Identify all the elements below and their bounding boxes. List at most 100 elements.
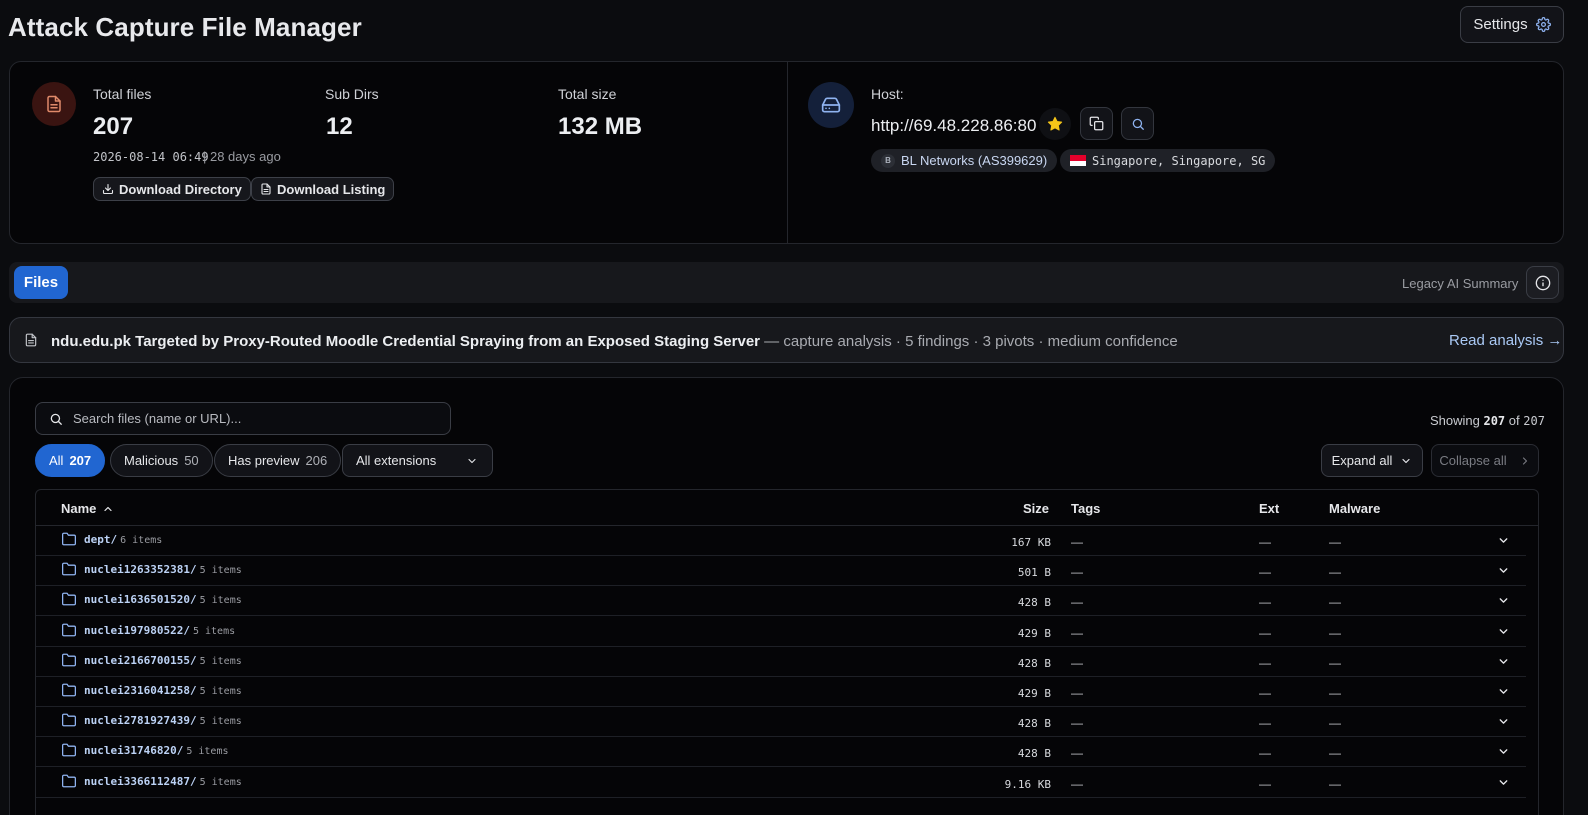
item-count: 5 items — [199, 716, 242, 728]
tags-cell: — — [1071, 746, 1083, 761]
size-column-header[interactable]: Size — [1023, 501, 1049, 516]
table-row[interactable]: nuclei2166700155/5 items 428 B — — — — [36, 647, 1526, 677]
download-directory-button[interactable]: Download Directory — [93, 177, 251, 201]
file-size: 429 B — [1017, 687, 1051, 700]
folder-name[interactable]: nuclei3366112487/5 items — [84, 775, 242, 788]
copy-url-button[interactable] — [1080, 107, 1113, 140]
chevron-down-icon[interactable] — [1497, 594, 1510, 607]
malware-cell: — — [1329, 746, 1341, 761]
chevron-down-icon[interactable] — [1497, 625, 1510, 638]
folder-name[interactable]: dept/6 items — [84, 533, 162, 546]
malware-cell: — — [1329, 565, 1341, 580]
file-size: 428 B — [1017, 717, 1051, 731]
folder-icon — [61, 623, 77, 637]
search-input[interactable] — [73, 411, 433, 426]
document-icon — [260, 183, 272, 195]
item-count: 5 items — [199, 655, 242, 667]
folder-icon — [61, 743, 77, 757]
tags-cell: — — [1071, 535, 1083, 549]
showing-total: 207 — [1523, 414, 1545, 428]
malware-cell: — — [1329, 776, 1341, 791]
malware-cell: — — [1329, 655, 1341, 670]
total-size-label: Total size — [558, 86, 617, 102]
filter-malicious-pill[interactable]: Malicious 50 — [110, 444, 213, 477]
analysis-meta: — capture analysis · 5 findings · 3 pivo… — [760, 333, 1178, 350]
filter-all-pill[interactable]: All 207 — [35, 444, 106, 477]
item-count: 5 items — [199, 565, 242, 577]
ext-cell: — — [1259, 565, 1271, 580]
info-button[interactable] — [1526, 266, 1559, 299]
tags-cell: — — [1071, 655, 1083, 670]
chevron-down-icon[interactable] — [1497, 715, 1510, 728]
table-row[interactable]: nuclei3366112487/5 items 9.16 KB — — — — [36, 768, 1526, 798]
chevron-down-icon[interactable] — [1497, 685, 1510, 698]
copy-icon — [1089, 116, 1104, 131]
legacy-ai-summary-link[interactable]: Legacy AI Summary — [1402, 276, 1518, 291]
folder-name[interactable]: nuclei31746820/5 items — [84, 744, 229, 757]
item-count: 5 items — [199, 686, 242, 697]
chevron-down-icon[interactable] — [1497, 745, 1510, 758]
malware-cell: — — [1329, 716, 1341, 731]
chevron-down-icon[interactable] — [1497, 776, 1510, 789]
collapse-all-button[interactable]: Collapse all — [1431, 444, 1539, 477]
folder-name[interactable]: nuclei1263352381/5 items — [84, 563, 242, 576]
ext-cell: — — [1259, 776, 1271, 791]
table-row[interactable]: nuclei1636501520/5 items 428 B — — — — [36, 586, 1526, 617]
chevron-down-icon — [1400, 455, 1412, 467]
extension-filter-label: All extensions — [356, 453, 437, 468]
expand-all-label: Expand all — [1331, 453, 1393, 468]
analysis-title: ndu.edu.pk Targeted by Proxy-Routed Mood… — [51, 333, 761, 350]
filter-malicious-label: Malicious — [124, 453, 179, 468]
name-column-header[interactable]: Name — [61, 501, 114, 516]
chevron-down-icon[interactable] — [1497, 534, 1510, 547]
download-directory-label: Download Directory — [119, 181, 242, 197]
settings-button[interactable]: Settings — [1460, 6, 1564, 43]
analysis-summary: ndu.edu.pk Targeted by Proxy-Routed Mood… — [51, 333, 1178, 350]
folder-icon — [61, 774, 77, 788]
folder-name[interactable]: nuclei1636501520/5 items — [84, 593, 242, 606]
location-label: Singapore, Singapore, SG — [1092, 153, 1266, 168]
expand-all-button[interactable]: Expand all — [1321, 444, 1423, 477]
tab-files[interactable]: Files — [14, 266, 68, 299]
folder-name[interactable]: nuclei197980522/5 items — [84, 624, 235, 637]
search-host-button[interactable] — [1121, 107, 1154, 140]
table-row[interactable]: nuclei31746820/5 items 428 B — — — — [36, 737, 1526, 768]
file-size: 9.16 KB — [1004, 777, 1051, 791]
favorite-button[interactable] — [1039, 108, 1071, 140]
analysis-banner[interactable]: ndu.edu.pk Targeted by Proxy-Routed Mood… — [9, 317, 1564, 363]
ext-cell: — — [1259, 595, 1271, 610]
capture-timestamp: 2026-08-14 06:49 — [93, 150, 209, 164]
ext-cell: — — [1259, 746, 1271, 761]
search-box[interactable] — [35, 402, 451, 435]
folder-name[interactable]: nuclei2166700155/5 items — [84, 654, 242, 667]
capture-summary-card: Total files 207 Sub Dirs 12 Total size 1… — [9, 61, 1564, 244]
showing-middle: of — [1505, 413, 1524, 428]
table-row[interactable]: nuclei197980522/5 items 429 B — — — — [36, 617, 1526, 647]
table-row[interactable]: nuclei2316041258/5 items 429 B — — — — [36, 677, 1526, 707]
table-row[interactable]: nuclei2781927439/5 items 428 B — — — — [36, 707, 1526, 738]
tags-cell: — — [1071, 776, 1083, 791]
download-listing-button[interactable]: Download Listing — [251, 177, 395, 201]
host-url: http://69.48.228.86:80 — [871, 116, 1037, 135]
chevron-down-icon — [466, 455, 478, 467]
stats-divider — [787, 62, 788, 243]
search-icon — [49, 412, 63, 426]
tags-cell: — — [1071, 595, 1083, 610]
search-icon — [1131, 117, 1145, 131]
tab-bar: Files Legacy AI Summary — [9, 262, 1564, 303]
ext-cell: — — [1259, 535, 1271, 549]
filter-preview-pill[interactable]: Has preview 206 — [214, 444, 342, 477]
folder-name[interactable]: nuclei2316041258/5 items — [84, 684, 242, 697]
collapse-all-label: Collapse all — [1439, 453, 1507, 468]
chevron-down-icon[interactable] — [1497, 564, 1510, 577]
ext-cell: — — [1259, 625, 1271, 640]
read-analysis-link[interactable]: Read analysis → — [1449, 332, 1562, 349]
tags-cell: — — [1071, 716, 1083, 731]
table-row[interactable]: nuclei1263352381/5 items 501 B — — — — [36, 556, 1526, 587]
folder-name[interactable]: nuclei2781927439/5 items — [84, 714, 242, 727]
extension-filter-select[interactable]: All extensions — [342, 444, 493, 477]
showing-count: Showing 207 of 207 — [1430, 413, 1545, 428]
chevron-down-icon[interactable] — [1497, 655, 1510, 668]
item-count: 6 items — [120, 535, 163, 546]
table-row[interactable]: dept/6 items 167 KB — — — — [36, 526, 1526, 556]
